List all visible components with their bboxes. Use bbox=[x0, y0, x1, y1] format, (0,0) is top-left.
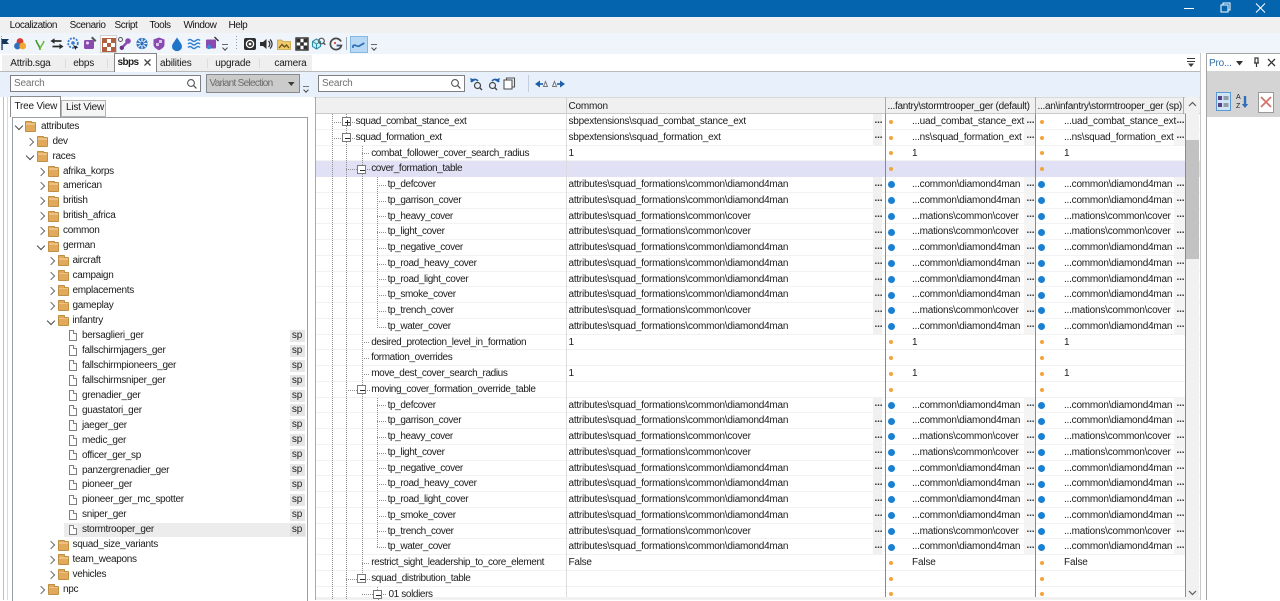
svg-text:Z: Z bbox=[1236, 103, 1241, 110]
svg-text:A: A bbox=[1236, 94, 1241, 101]
